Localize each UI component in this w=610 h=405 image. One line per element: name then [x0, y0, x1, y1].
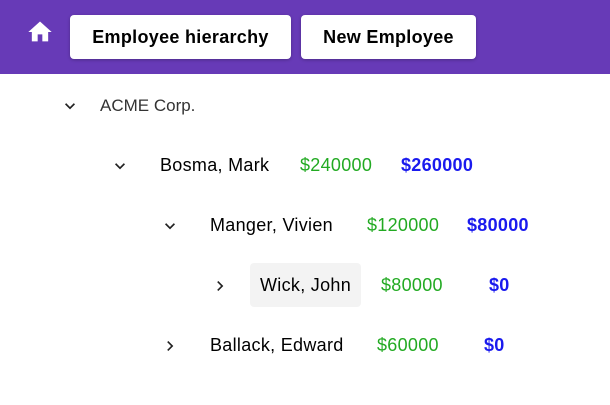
chevron-right-icon — [217, 281, 224, 291]
expand-toggle-acme[interactable] — [58, 94, 82, 118]
employee-budget: $260000 — [401, 155, 474, 175]
org-label: ACME Corp. — [100, 96, 196, 115]
home-icon — [28, 21, 52, 42]
home-button[interactable] — [22, 14, 58, 50]
expand-toggle-bosma[interactable] — [108, 154, 132, 178]
employee-salary: $120000 — [367, 215, 440, 235]
employee-salary: $80000 — [381, 275, 443, 295]
expand-toggle-wick[interactable] — [208, 274, 232, 298]
employee-salary: $60000 — [377, 335, 439, 355]
new-employee-button[interactable]: New Employee — [301, 15, 476, 59]
employee-budget: $0 — [489, 275, 510, 295]
chevron-down-icon — [65, 103, 75, 110]
chevron-down-icon — [165, 223, 175, 230]
top-toolbar: Employee hierarchy New Employee — [0, 0, 610, 74]
new-employee-label: New Employee — [323, 26, 454, 47]
chevron-down-icon — [115, 163, 125, 170]
chevron-right-icon — [167, 341, 174, 351]
expand-toggle-manger[interactable] — [158, 214, 182, 238]
employee-name[interactable]: Bosma, Mark — [160, 155, 269, 176]
employee-name-selected[interactable]: Wick, John — [250, 263, 362, 307]
employee-salary: $240000 — [300, 155, 373, 175]
expand-toggle-ballack[interactable] — [158, 334, 182, 358]
employee-budget: $0 — [484, 335, 505, 355]
employee-hierarchy-label: Employee hierarchy — [92, 26, 269, 47]
employee-name[interactable]: Manger, Vivien — [210, 215, 333, 236]
employee-name[interactable]: Ballack, Edward — [210, 335, 344, 356]
employee-budget: $80000 — [467, 215, 529, 235]
employee-hierarchy-button[interactable]: Employee hierarchy — [70, 15, 291, 59]
